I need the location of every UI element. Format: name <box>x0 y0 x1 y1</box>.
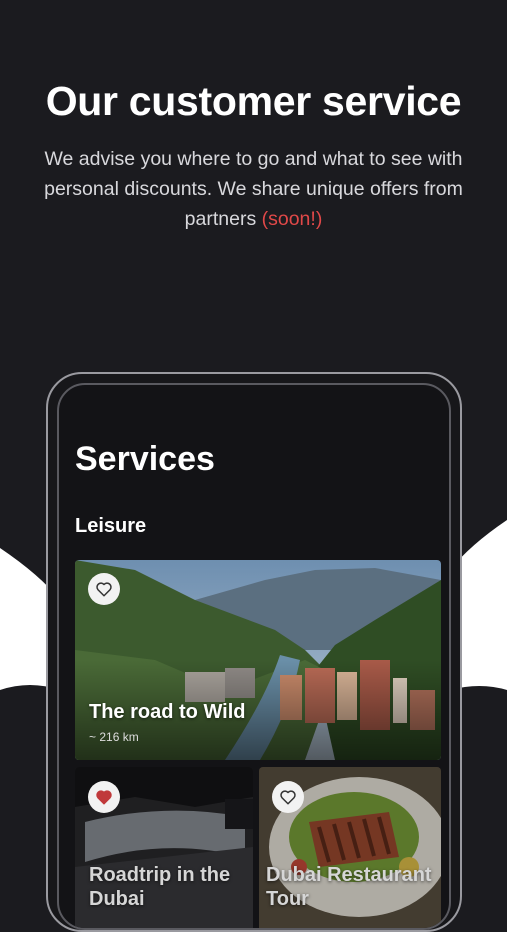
card-dubai-restaurant-tour[interactable]: Dubai Restaurant Tour <box>259 767 441 928</box>
phone-screen: Services Leisure The road to Wild ~ 216 … <box>57 383 451 930</box>
heart-outline-icon <box>96 582 112 597</box>
favorite-button[interactable] <box>88 781 120 813</box>
favorite-button[interactable] <box>272 781 304 813</box>
services-title: Services <box>75 440 215 478</box>
card-distance: ~ 216 km <box>89 730 139 744</box>
phone-mockup: Services Leisure The road to Wild ~ 216 … <box>46 372 462 932</box>
card-title: The road to Wild <box>89 701 246 723</box>
card-road-to-wild[interactable]: The road to Wild ~ 216 km <box>75 560 441 760</box>
favorite-button[interactable] <box>88 573 120 605</box>
heart-outline-icon <box>280 790 296 805</box>
section-leisure: Leisure <box>75 515 147 537</box>
card-title: Roadtrip in the Dubai <box>89 864 231 910</box>
heart-filled-icon <box>96 790 112 805</box>
card-title: Dubai Restaurant Tour <box>266 864 432 910</box>
card-roadtrip-dubai[interactable]: Roadtrip in the Dubai <box>75 767 253 928</box>
